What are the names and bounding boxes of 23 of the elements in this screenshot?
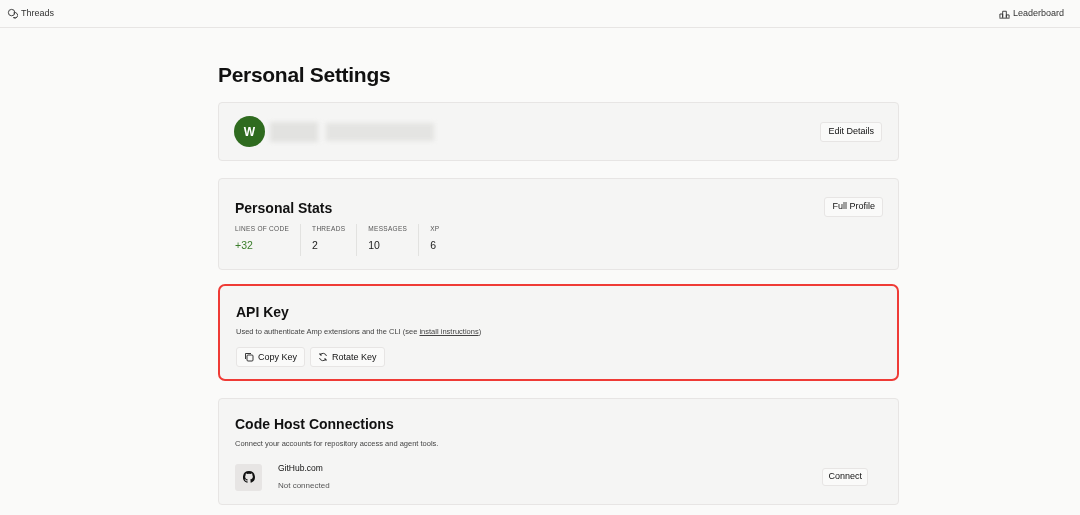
connect-button[interactable]: Connect	[822, 468, 868, 487]
stat-value: 6	[430, 238, 437, 253]
code-host-icon	[235, 463, 262, 491]
stat-value: +32	[235, 238, 254, 253]
card-title: Code Host Connections	[235, 415, 395, 434]
host-name: GitHub.com	[278, 462, 324, 475]
leaderboard-link[interactable]: Leaderboard	[998, 6, 1064, 21]
full-profile-button[interactable]: Full Profile	[824, 197, 883, 217]
host-status: Not connected	[278, 480, 330, 492]
threads-link[interactable]: Threads	[7, 6, 55, 21]
chat-bubbles-icon	[7, 8, 18, 19]
refresh-icon	[318, 352, 329, 363]
rotate-key-button[interactable]: Rotate Key	[310, 347, 385, 368]
card-title: Personal Stats	[235, 199, 333, 218]
copy-icon	[244, 352, 254, 363]
podium-icon	[998, 8, 1010, 19]
card-title: API Key	[236, 303, 290, 322]
page-title: Personal Settings	[218, 62, 392, 88]
copy-key-button[interactable]: Copy Key	[236, 347, 306, 368]
avatar: W	[234, 116, 265, 147]
stat-value: 10	[368, 238, 381, 253]
stat-value: 2	[312, 238, 319, 253]
edit-details-button[interactable]: Edit Details	[820, 121, 882, 142]
